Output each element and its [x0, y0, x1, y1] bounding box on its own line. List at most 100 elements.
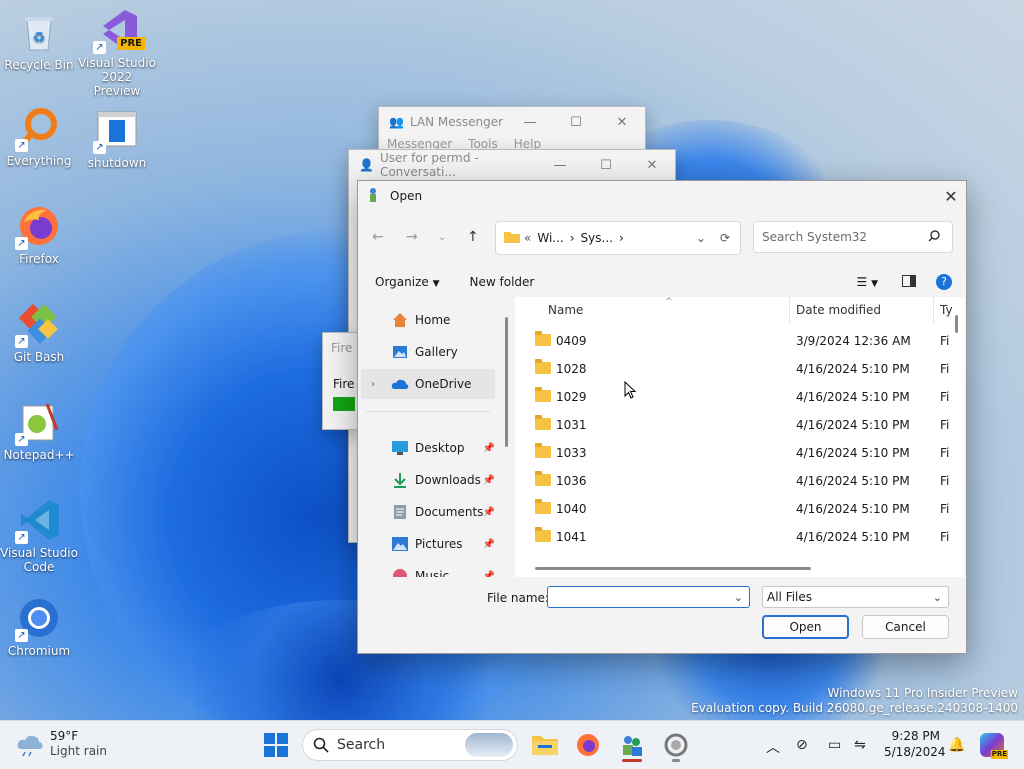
column-header-date-modified[interactable]: Date modified: [796, 303, 881, 317]
file-name-input[interactable]: ⌄: [547, 586, 750, 608]
horizontal-scrollbar[interactable]: [535, 567, 811, 570]
show-hidden-icons-chevron-icon[interactable]: ︿: [766, 737, 780, 757]
nav-label: Gallery: [415, 345, 458, 359]
dialog-close-button[interactable]: ✕: [936, 187, 966, 206]
firefox-taskbar-icon[interactable]: [576, 733, 600, 757]
dialog-titlebar[interactable]: Open ✕: [358, 181, 966, 211]
nav-item-downloads[interactable]: Downloads 📌: [361, 465, 495, 495]
maximize-button[interactable]: ☐: [583, 158, 629, 173]
minimize-button[interactable]: —: [507, 115, 553, 130]
nav-label: Documents: [415, 505, 484, 519]
pin-icon: 📌: [482, 506, 495, 518]
conversation-titlebar[interactable]: 👤 User for permd - Conversati... — ☐ ✕: [349, 150, 675, 180]
maximize-button[interactable]: ☐: [553, 115, 599, 130]
file-explorer-taskbar-icon[interactable]: [532, 733, 558, 757]
address-bar[interactable]: « Wi... › Sys... › ⌄ ⟳: [495, 221, 741, 255]
firefox-icon: ↗: [15, 204, 61, 250]
file-row[interactable]: 1033 4/16/2024 5:10 PM Fi: [515, 439, 965, 467]
file-row[interactable]: 1040 4/16/2024 5:10 PM Fi: [515, 495, 965, 523]
system-clock[interactable]: 9:28 PM 5/18/2024: [884, 728, 946, 760]
nav-item-desktop[interactable]: Desktop 📌: [361, 433, 495, 463]
address-overflow[interactable]: «: [524, 231, 531, 245]
nav-item-home[interactable]: Home: [361, 305, 495, 335]
file-row[interactable]: 1028 4/16/2024 5:10 PM Fi: [515, 355, 965, 383]
close-button[interactable]: ✕: [599, 115, 645, 130]
desktop-icon-shutdown[interactable]: ↗ shutdown: [78, 108, 156, 170]
help-icon[interactable]: ?: [936, 274, 952, 290]
weather-rain-icon[interactable]: [16, 733, 44, 760]
column-header-type[interactable]: Ty: [940, 303, 953, 317]
file-type: Fi: [940, 418, 950, 432]
weather-description: Light rain: [50, 744, 107, 758]
desktop-icon-recycle-bin[interactable]: ♻ Recycle Bin: [0, 10, 78, 72]
app-taskbar-icon[interactable]: [664, 733, 688, 762]
minimize-button[interactable]: —: [537, 158, 583, 173]
desktop-icon-everything[interactable]: ↗ Everything: [0, 106, 78, 168]
desktop-icon-visual-studio[interactable]: PRE ↗ Visual Studio 2022 Preview: [78, 8, 156, 98]
desktop-icon-git-bash[interactable]: ↗ Git Bash: [0, 302, 78, 364]
close-button[interactable]: ✕: [629, 158, 675, 173]
weather-widget[interactable]: 59°F Light rain: [50, 729, 107, 759]
up-arrow-icon[interactable]: ↑: [467, 229, 479, 245]
window-title: User for permd - Conversati...: [379, 151, 479, 179]
recent-locations-chevron-icon[interactable]: ⌄: [438, 232, 446, 243]
lan-messenger-taskbar-icon[interactable]: [620, 733, 644, 762]
back-arrow-icon[interactable]: ←: [372, 229, 384, 245]
desktop-icon-vscode[interactable]: ↗ Visual Studio Code: [0, 498, 78, 574]
file-row[interactable]: 1036 4/16/2024 5:10 PM Fi: [515, 467, 965, 495]
desktop-icon-chromium[interactable]: ↗ Chromium: [0, 596, 78, 658]
vertical-scrollbar[interactable]: [955, 315, 958, 333]
display-icon[interactable]: ▭: [828, 737, 841, 753]
chevron-down-icon[interactable]: ⌄: [734, 591, 743, 604]
desktop-icon-label: shutdown: [87, 156, 147, 170]
copilot-icon[interactable]: PRE: [980, 733, 1008, 759]
column-separator[interactable]: [789, 297, 790, 323]
nav-divider: [366, 411, 490, 412]
nav-item-music[interactable]: Music 📌: [361, 561, 495, 577]
cancel-button[interactable]: Cancel: [862, 615, 949, 639]
open-file-dialog[interactable]: Open ✕ ← → ⌄ ↑ « Wi... › Sys... › ⌄ ⟳ Se…: [357, 180, 967, 654]
lan-messenger-titlebar[interactable]: 👥 LAN Messenger — ☐ ✕: [379, 107, 645, 137]
desktop-icon-firefox[interactable]: ↗ Firefox: [0, 204, 78, 266]
view-options-icon[interactable]: ☰ ▼: [857, 275, 879, 289]
start-button[interactable]: [264, 733, 288, 760]
expand-chevron-icon[interactable]: ›: [371, 379, 375, 390]
search-icon: [313, 737, 329, 757]
breadcrumb-item[interactable]: Sys...: [581, 231, 613, 245]
file-row[interactable]: 0409 3/9/2024 12:36 AM Fi: [515, 327, 965, 355]
desktop-icon-label: Chromium: [7, 644, 71, 658]
taskbar-search-box[interactable]: Search: [302, 729, 518, 761]
language-icon[interactable]: ⇋: [854, 737, 866, 753]
nav-item-onedrive[interactable]: › OneDrive: [361, 369, 495, 399]
forward-arrow-icon[interactable]: →: [406, 229, 418, 245]
file-row[interactable]: 1031 4/16/2024 5:10 PM Fi: [515, 411, 965, 439]
folder-icon: [535, 331, 551, 346]
nav-item-pictures[interactable]: Pictures 📌: [361, 529, 495, 559]
column-separator[interactable]: [933, 297, 934, 323]
breadcrumb-item[interactable]: Wi...: [537, 231, 563, 245]
address-dropdown-chevron-icon[interactable]: ⌄: [696, 231, 706, 245]
lan-messenger-icon: 👥: [389, 115, 404, 129]
network-disconnected-icon[interactable]: ⊘: [796, 737, 808, 753]
column-header-name[interactable]: Name: [548, 303, 583, 317]
file-row[interactable]: 1029 4/16/2024 5:10 PM Fi: [515, 383, 965, 411]
file-date: 4/16/2024 5:10 PM: [796, 502, 910, 516]
preview-pane-icon[interactable]: [902, 274, 916, 290]
folder-icon: [535, 415, 551, 430]
search-placeholder: Search System32: [762, 230, 868, 244]
file-date: 4/16/2024 5:10 PM: [796, 474, 910, 488]
nav-item-documents[interactable]: Documents 📌: [361, 497, 495, 527]
nav-pane-scrollbar[interactable]: [505, 317, 508, 447]
nav-item-gallery[interactable]: Gallery: [361, 337, 495, 367]
new-folder-button[interactable]: New folder: [470, 275, 535, 289]
navigation-bar: ← → ⌄ ↑ « Wi... › Sys... › ⌄ ⟳ Search Sy…: [358, 219, 966, 255]
search-box[interactable]: Search System32: [753, 221, 953, 253]
desktop-icon-notepad-plus-plus[interactable]: ↗ Notepad++: [0, 400, 78, 462]
open-button[interactable]: Open: [762, 615, 849, 639]
organize-button[interactable]: Organize ▼: [375, 275, 440, 289]
file-row[interactable]: 1041 4/16/2024 5:10 PM Fi: [515, 523, 965, 551]
file-name: 1036: [556, 474, 587, 488]
notification-bell-icon[interactable]: 🔔: [948, 737, 965, 753]
file-type-filter-select[interactable]: All Files ⌄: [762, 586, 949, 608]
refresh-icon[interactable]: ⟳: [720, 231, 730, 245]
